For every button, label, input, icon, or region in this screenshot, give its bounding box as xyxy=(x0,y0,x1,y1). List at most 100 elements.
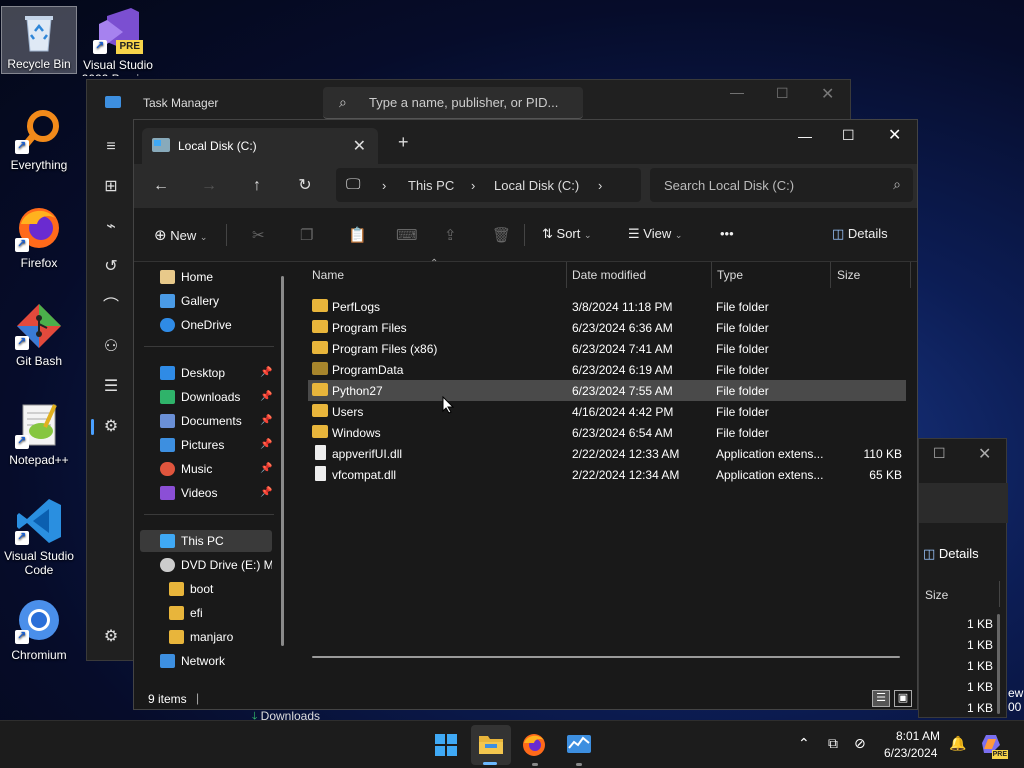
sidebar-item-home[interactable]: Home xyxy=(140,266,272,288)
desktop-icon-chromium[interactable]: Chromium xyxy=(1,596,77,662)
new-button[interactable]: ⊕ New ⌄ xyxy=(154,226,207,244)
sidebar-item-documents[interactable]: Documents 📌 xyxy=(140,410,272,432)
startup-apps-icon[interactable]: ⌒ xyxy=(101,297,121,317)
share-icon[interactable]: ⇪ xyxy=(444,226,457,244)
users-icon[interactable]: ⚇ xyxy=(101,337,121,357)
column-header-name[interactable]: Name xyxy=(312,268,344,282)
settings-icon[interactable]: ⚙ xyxy=(101,627,121,647)
desktop-icon-firefox[interactable]: Firefox xyxy=(1,204,77,270)
pin-icon[interactable]: 📌 xyxy=(260,482,272,504)
file-row[interactable]: PerfLogs 3/8/2024 11:18 PM File folder xyxy=(308,296,906,317)
rename-icon[interactable]: ⌨ xyxy=(396,226,418,244)
horizontal-scrollbar[interactable] xyxy=(312,656,900,658)
app-history-icon[interactable]: ↺ xyxy=(101,257,121,277)
sidebar-item-pictures[interactable]: Pictures 📌 xyxy=(140,434,272,456)
sidebar-item-this-pc[interactable]: This PC xyxy=(140,530,272,552)
chevron-right-icon[interactable]: › xyxy=(382,178,386,193)
processes-icon[interactable]: ⊞ xyxy=(101,177,121,197)
notification-bell-icon[interactable]: 🔔 xyxy=(949,735,966,752)
view-button[interactable]: ☰ View ⌄ xyxy=(628,226,682,242)
close-tab-icon[interactable]: ✕ xyxy=(353,136,366,156)
details-view-toggle[interactable]: ☰ xyxy=(872,690,890,707)
desktop-icon-notepad-plus-plus[interactable]: Notepad++ xyxy=(1,401,77,467)
file-row[interactable]: Program Files 6/23/2024 6:36 AM File folde… xyxy=(308,317,906,338)
column-header-size[interactable]: Size xyxy=(837,268,860,282)
minimize-button[interactable]: — xyxy=(730,84,744,100)
sidebar-item-desktop[interactable]: Desktop 📌 xyxy=(140,362,272,384)
network-disconnected-icon[interactable]: ⊘ xyxy=(854,735,866,752)
file-explorer-taskbar-icon[interactable] xyxy=(478,733,504,757)
sidebar-item-network[interactable]: Network xyxy=(140,650,272,672)
copy-icon[interactable]: ❐ xyxy=(300,226,313,244)
breadcrumb-this-pc[interactable]: This PC xyxy=(408,178,454,193)
chevron-up-icon[interactable]: ⌃ xyxy=(798,735,810,752)
file-row[interactable]: Users 4/16/2024 4:42 PM File folder xyxy=(308,401,906,422)
sidebar-item-music[interactable]: Music 📌 xyxy=(140,458,272,480)
sort-button[interactable]: ⇅ Sort ⌄ xyxy=(542,226,592,242)
desktop-icon-vscode[interactable]: Visual Studio Code xyxy=(1,497,77,577)
desktop-icon-recycle-bin[interactable]: Recycle Bin xyxy=(1,6,77,74)
services-icon[interactable]: ⚙ xyxy=(101,417,121,437)
details-icon[interactable]: ☰ xyxy=(101,377,121,397)
hamburger-menu-icon[interactable]: ≡ xyxy=(101,137,121,157)
close-button[interactable]: ✕ xyxy=(978,444,991,464)
pin-icon[interactable]: 📌 xyxy=(260,434,272,456)
search-input[interactable]: Search Local Disk (C:) ⌕ xyxy=(650,168,913,202)
details-button[interactable]: ◫ Details xyxy=(923,546,979,562)
maximize-button[interactable]: ☐ xyxy=(776,85,789,102)
file-row[interactable]: Windows 6/23/2024 6:54 AM File folder xyxy=(308,422,906,443)
desktop-icon-everything[interactable]: Everything xyxy=(1,106,77,172)
start-button[interactable] xyxy=(434,733,460,757)
sidebar-item-gallery[interactable]: Gallery xyxy=(140,290,272,312)
pin-icon[interactable]: 📌 xyxy=(260,410,272,432)
back-button[interactable]: ← xyxy=(150,175,172,197)
sidebar-item-downloads[interactable]: Downloads 📌 xyxy=(140,386,272,408)
copilot-icon[interactable]: PRE xyxy=(980,733,1008,759)
performance-icon[interactable]: ⌁ xyxy=(101,217,121,237)
cut-icon[interactable]: ✂ xyxy=(252,226,265,244)
column-header-size[interactable]: Size xyxy=(925,588,948,602)
pin-icon[interactable]: 📌 xyxy=(260,458,272,480)
maximize-button[interactable]: ☐ xyxy=(842,127,855,144)
address-bar[interactable]: 🖵 › This PC › Local Disk (C:) › xyxy=(336,168,641,202)
sidebar-item-boot[interactable]: boot xyxy=(140,578,272,600)
file-row[interactable]: vfcompat.dll 2/22/2024 12:34 AM Applicatio… xyxy=(308,464,906,485)
column-header-date[interactable]: Date modified xyxy=(572,268,646,282)
refresh-button[interactable]: ↻ xyxy=(294,175,316,197)
new-tab-button[interactable]: + xyxy=(398,132,409,153)
sidebar-item-efi[interactable]: efi xyxy=(140,602,272,624)
chevron-right-icon[interactable]: › xyxy=(471,178,475,193)
file-row[interactable]: ProgramData 6/23/2024 6:19 AM File folder xyxy=(308,359,906,380)
sidebar-item-videos[interactable]: Videos 📌 xyxy=(140,482,272,504)
background-explorer-window[interactable]: ☐ ✕ ◫ Details Size 1 KB 1 KB 1 KB 1 KB 1… xyxy=(918,438,1008,718)
tab-local-disk[interactable]: Local Disk (C:) ✕ xyxy=(142,128,378,164)
desktop-icon-visual-studio[interactable]: PRE Visual Studio 2022 Preview xyxy=(80,6,156,76)
chevron-right-icon[interactable]: › xyxy=(598,178,602,193)
see-more-button[interactable]: ••• xyxy=(720,226,734,241)
file-explorer-window[interactable]: Local Disk (C:) ✕ + — ☐ ✕ ← → ↑ ↻ 🖵 › Th… xyxy=(133,119,918,710)
file-row[interactable]: appverifUI.dll 2/22/2024 12:33 AM Applicat… xyxy=(308,443,906,464)
display-icon[interactable]: ⧉ xyxy=(828,735,838,752)
clock-time[interactable]: 8:01 AM xyxy=(896,729,940,743)
pin-icon[interactable]: 📌 xyxy=(260,386,272,408)
task-manager-taskbar-icon[interactable] xyxy=(566,733,592,757)
forward-button[interactable]: → xyxy=(198,175,220,197)
column-header-type[interactable]: Type xyxy=(717,268,743,282)
task-manager-search-input[interactable]: ⌕ Type a name, publisher, or PID... xyxy=(323,87,583,119)
maximize-button[interactable]: ☐ xyxy=(933,445,946,462)
paste-icon[interactable]: 📋 xyxy=(348,226,367,244)
sidebar-item-dvd-drive[interactable]: DVD Drive (E:) MANJARO xyxy=(140,554,272,576)
close-button[interactable]: ✕ xyxy=(821,84,834,104)
close-button[interactable]: ✕ xyxy=(888,125,901,145)
sidebar-scrollbar[interactable] xyxy=(281,276,284,646)
sidebar-item-manjaro[interactable]: manjaro xyxy=(140,626,272,648)
file-row[interactable]: Python27 6/23/2024 7:55 AM File folder xyxy=(308,380,906,401)
up-button[interactable]: ↑ xyxy=(246,175,268,197)
delete-icon[interactable]: 🗑 xyxy=(492,226,511,244)
firefox-taskbar-icon[interactable] xyxy=(522,733,548,757)
file-row[interactable]: Program Files (x86) 6/23/2024 7:41 AM File… xyxy=(308,338,906,359)
minimize-button[interactable]: — xyxy=(798,128,812,144)
breadcrumb-local-disk[interactable]: Local Disk (C:) xyxy=(494,178,579,193)
pin-icon[interactable]: 📌 xyxy=(260,362,272,384)
details-button[interactable]: ◫ Details xyxy=(832,226,888,242)
